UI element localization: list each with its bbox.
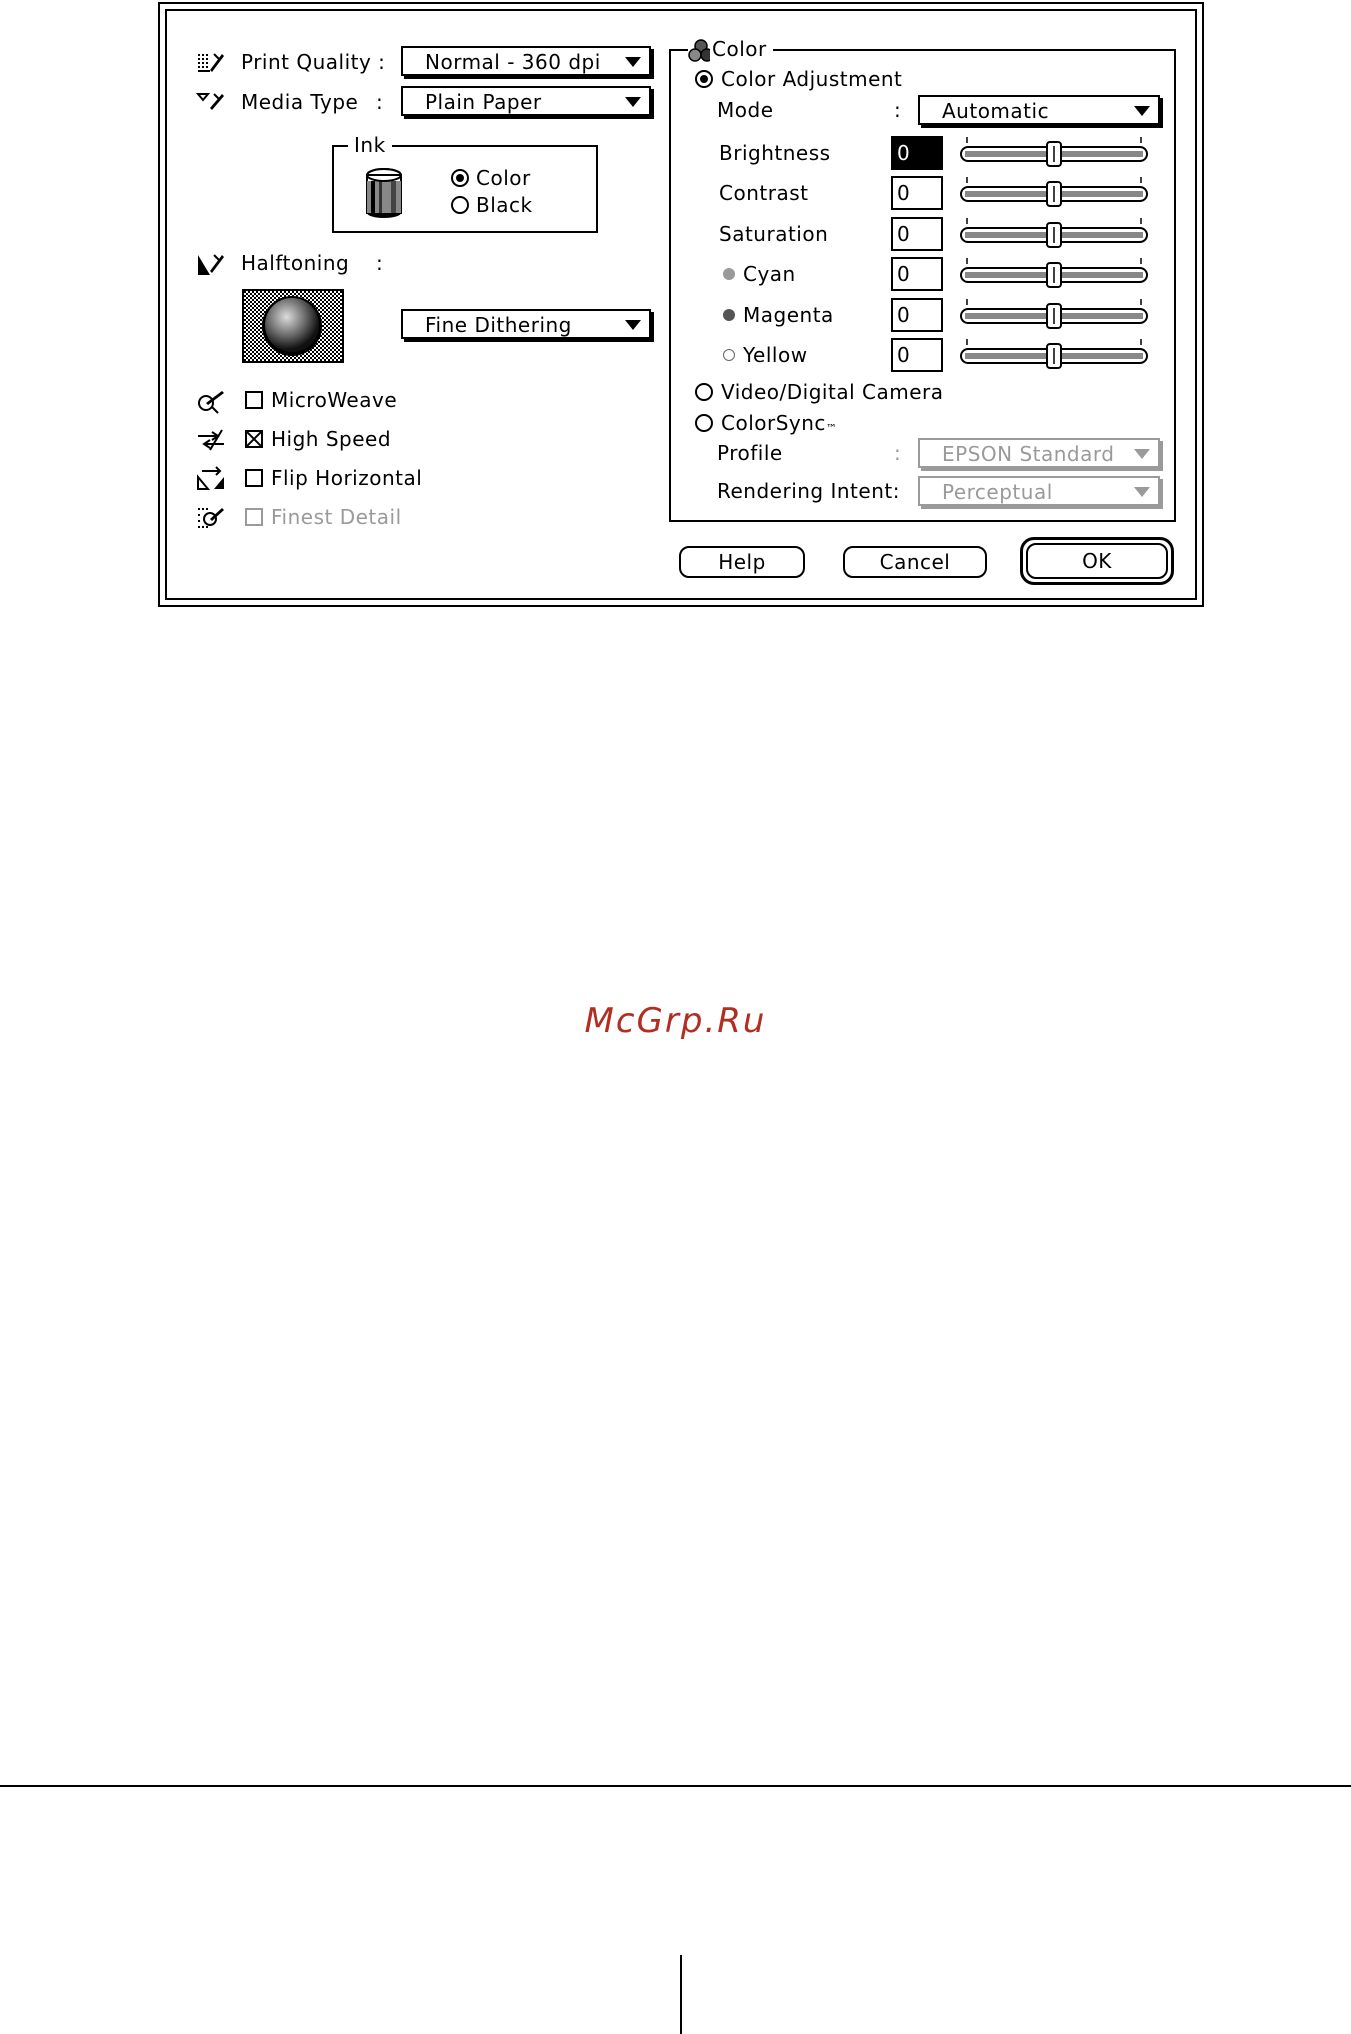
slider-track[interactable] — [959, 175, 1149, 209]
flip-horizontal-icon — [197, 466, 224, 490]
media-type-icon — [196, 93, 224, 110]
profile-popup[interactable]: EPSON Standard — [918, 438, 1160, 468]
ink-color-radio[interactable] — [451, 169, 469, 187]
slider-track[interactable] — [959, 337, 1149, 371]
slider-track[interactable] — [959, 297, 1149, 331]
ink-color-label: Color — [476, 166, 531, 190]
halftoning-label: Halftoning — [241, 251, 350, 275]
slider-track[interactable] — [959, 216, 1149, 250]
slider-label: Contrast — [719, 181, 809, 205]
cancel-button[interactable]: Cancel — [843, 546, 987, 578]
slider-label: Cyan — [743, 262, 796, 286]
slider-value-field[interactable]: 0 — [891, 257, 943, 291]
media-type-label: Media Type — [241, 90, 359, 114]
slider-dot-cyan-icon — [723, 268, 735, 280]
profile-colon: : — [894, 441, 902, 465]
finest-detail-label: Finest Detail — [271, 505, 402, 529]
flip-horizontal-checkbox[interactable] — [245, 469, 263, 487]
print-quality-value: Normal - 360 dpi — [425, 50, 601, 74]
mode-value: Automatic — [942, 99, 1050, 123]
media-type-popup[interactable]: Plain Paper — [401, 86, 651, 116]
high-speed-label: High Speed — [271, 427, 392, 451]
halftoning-value: Fine Dithering — [425, 313, 572, 337]
slider-label: Yellow — [743, 343, 808, 367]
colorsync-label: ColorSync™ — [721, 411, 837, 441]
chevron-down-icon — [625, 57, 641, 67]
ink-cartridge-icon — [366, 168, 402, 218]
page-divider — [0, 1785, 1351, 1787]
slider-label: Magenta — [743, 303, 834, 327]
slider-value-field[interactable]: 0 — [891, 298, 943, 332]
slider-dot-yellow-icon — [723, 349, 735, 361]
slider-label: Brightness — [719, 141, 831, 165]
slider-track[interactable] — [959, 256, 1149, 290]
chevron-down-icon — [625, 320, 641, 330]
finest-detail-checkbox[interactable] — [245, 508, 263, 526]
halftone-preview-image — [242, 289, 344, 363]
chevron-down-icon — [625, 97, 641, 107]
colorsync-radio[interactable] — [695, 414, 713, 432]
rendering-intent-label: Rendering Intent: — [717, 479, 900, 503]
halftoning-popup[interactable]: Fine Dithering — [401, 309, 651, 339]
ink-group-title: Ink — [348, 133, 392, 157]
ok-button[interactable]: OK — [1026, 543, 1168, 579]
microweave-checkbox[interactable] — [245, 391, 263, 409]
halftoning-icon — [198, 254, 224, 275]
chevron-down-icon — [1134, 106, 1150, 116]
slider-value-field[interactable]: 0 — [891, 136, 943, 170]
mode-popup[interactable]: Automatic — [918, 95, 1160, 125]
high-speed-checkbox[interactable] — [245, 430, 263, 448]
microweave-label: MicroWeave — [271, 388, 398, 412]
slider-value-field[interactable]: 0 — [891, 217, 943, 251]
media-type-value: Plain Paper — [425, 90, 542, 114]
finest-detail-icon — [198, 508, 224, 528]
mode-colon: : — [894, 98, 902, 122]
profile-label: Profile — [717, 441, 783, 465]
slider-track[interactable] — [959, 135, 1149, 169]
column-divider — [680, 1955, 682, 2034]
color-adjustment-radio[interactable] — [695, 70, 713, 88]
video-camera-label: Video/Digital Camera — [721, 380, 944, 404]
color-group-title: Color — [710, 37, 773, 61]
ink-black-radio[interactable] — [451, 196, 469, 214]
print-settings-dialog: Print Quality : Normal - 360 dpi Media T… — [158, 2, 1204, 607]
watermark: McGrp.Ru — [584, 1001, 767, 1041]
chevron-down-icon — [1134, 487, 1150, 497]
ink-black-label: Black — [476, 193, 533, 217]
halftoning-colon: : — [376, 251, 384, 275]
colorsync-text: ColorSync — [721, 411, 826, 435]
high-speed-icon — [198, 429, 224, 451]
slider-dot-magenta-icon — [723, 309, 735, 321]
profile-value: EPSON Standard — [942, 442, 1115, 466]
colorsync-tm: ™ — [825, 422, 838, 435]
video-camera-radio[interactable] — [695, 383, 713, 401]
slider-label: Saturation — [719, 222, 829, 246]
chevron-down-icon — [1134, 449, 1150, 459]
flip-horizontal-label: Flip Horizontal — [271, 466, 423, 490]
slider-value-field[interactable]: 0 — [891, 338, 943, 372]
rendering-intent-popup[interactable]: Perceptual — [918, 476, 1160, 506]
media-type-colon: : — [376, 90, 384, 114]
print-quality-popup[interactable]: Normal - 360 dpi — [401, 46, 651, 76]
mode-label: Mode — [717, 98, 774, 122]
print-quality-icon — [198, 53, 224, 72]
help-button[interactable]: Help — [679, 546, 805, 578]
microweave-icon — [198, 391, 224, 414]
slider-value-field[interactable]: 0 — [891, 176, 943, 210]
color-adjustment-label: Color Adjustment — [721, 67, 903, 91]
rendering-intent-value: Perceptual — [942, 480, 1053, 504]
print-quality-label: Print Quality : — [241, 50, 386, 74]
